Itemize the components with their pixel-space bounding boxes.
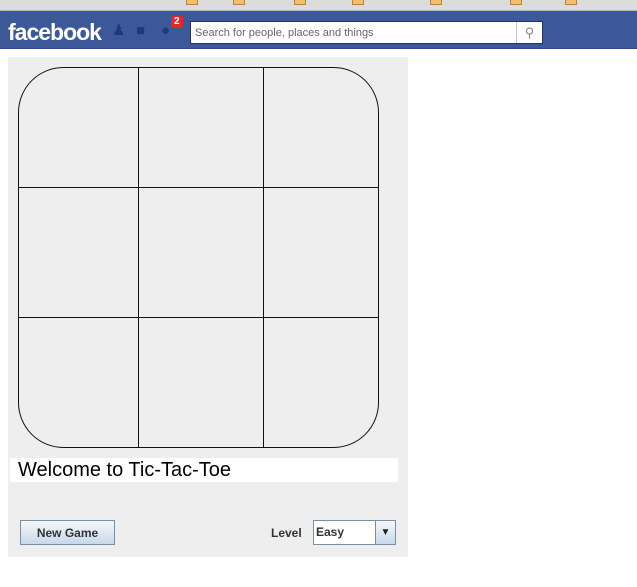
chevron-down-icon[interactable]: ▼	[375, 521, 395, 544]
friend-requests-icon[interactable]: ♟	[112, 23, 128, 39]
new-game-button[interactable]: New Game	[20, 520, 115, 545]
tic-tac-toe-app: Welcome to Tic-Tac-Toe New Game Level Ea…	[8, 57, 408, 557]
notifications-badge: 2	[171, 16, 183, 28]
board-cell[interactable]	[18, 67, 139, 188]
status-message: Welcome to Tic-Tac-Toe	[10, 458, 398, 482]
browser-bookmarks-bar	[0, 0, 637, 11]
board-cell[interactable]	[264, 318, 380, 449]
bookmark-folder-icon[interactable]	[294, 0, 306, 5]
board-cell[interactable]	[139, 318, 264, 449]
facebook-logo[interactable]: facebook	[8, 19, 102, 46]
level-select[interactable]: Easy ▼	[313, 520, 396, 545]
board-cell[interactable]	[264, 67, 380, 188]
board-cell[interactable]	[139, 67, 264, 188]
bookmark-folder-icon[interactable]	[510, 0, 522, 5]
level-value: Easy	[316, 525, 345, 539]
board-cell[interactable]	[18, 188, 139, 318]
facebook-header: facebook ♟ ■ ● 2 ⚲	[0, 11, 637, 49]
bookmark-folder-icon[interactable]	[352, 0, 364, 5]
bookmark-folder-icon[interactable]	[430, 0, 442, 5]
bookmark-folder-icon[interactable]	[565, 0, 577, 5]
search-box: ⚲	[190, 21, 543, 44]
messages-icon[interactable]: ■	[136, 23, 152, 39]
board-cell[interactable]	[139, 188, 264, 318]
search-icon[interactable]: ⚲	[516, 22, 542, 43]
bookmark-folder-icon[interactable]	[186, 0, 198, 5]
board-cell[interactable]	[18, 318, 139, 449]
board-cell[interactable]	[264, 188, 380, 318]
game-board	[18, 67, 379, 448]
bookmark-folder-icon[interactable]	[233, 0, 245, 5]
search-input[interactable]	[191, 22, 511, 43]
level-label: Level	[271, 526, 302, 540]
